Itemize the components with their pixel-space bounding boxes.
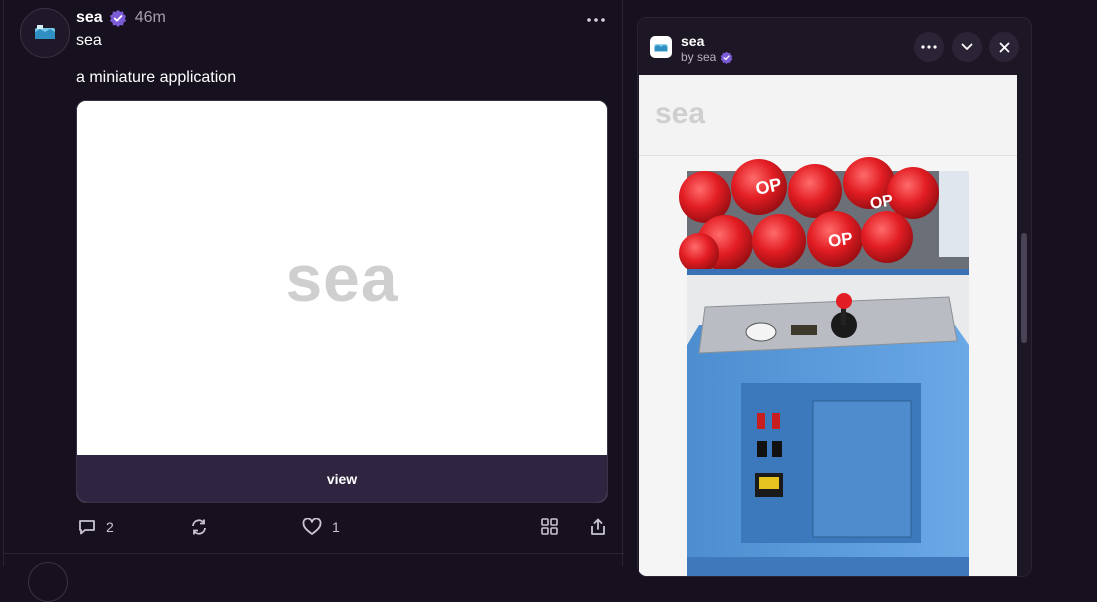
verified-icon <box>109 9 126 27</box>
post-header: sea 46m <box>76 8 166 28</box>
frame-logo: sea <box>285 241 399 315</box>
sea-app-icon <box>650 36 672 58</box>
author-avatar[interactable] <box>20 8 70 58</box>
reply-button[interactable]: 2 <box>78 518 114 536</box>
recast-icon <box>192 519 206 535</box>
post-actions: 2 1 <box>76 518 616 544</box>
post-divider <box>4 553 624 554</box>
panel-more-button[interactable] <box>914 32 944 62</box>
reply-count: 2 <box>106 519 114 535</box>
mini-app-panel: sea by sea sea OP OP OP <box>637 17 1032 577</box>
author-name[interactable]: sea <box>76 9 103 27</box>
like-button[interactable]: 1 <box>302 518 340 536</box>
mini-app-content: OP OP OP <box>639 157 1017 577</box>
frame-grid-button[interactable] <box>541 518 558 535</box>
feed-column: sea 46m sea a miniature application sea … <box>3 0 624 602</box>
mini-app-viewport[interactable]: sea OP OP OP <box>639 75 1017 577</box>
panel-scrollbar[interactable] <box>1018 75 1031 576</box>
svg-text:OP: OP <box>827 229 854 251</box>
claw-machine-image[interactable]: OP OP OP <box>639 157 1017 577</box>
frame-card[interactable]: sea view <box>76 100 608 503</box>
panel-title: sea <box>681 33 705 49</box>
recast-button[interactable] <box>190 518 208 536</box>
grid-icon <box>541 518 558 535</box>
chevron-down-icon <box>961 43 973 50</box>
panel-scrollbar-thumb[interactable] <box>1021 233 1027 343</box>
like-icon <box>302 518 322 535</box>
next-post-avatar[interactable] <box>28 562 68 602</box>
frame-image[interactable]: sea <box>77 101 607 455</box>
share-button[interactable] <box>590 518 606 536</box>
verified-icon <box>721 51 733 64</box>
mini-app-header: sea <box>639 75 1017 156</box>
reply-icon <box>79 520 95 535</box>
panel-header: sea by sea <box>638 18 1031 75</box>
post-text: a miniature application <box>76 69 237 86</box>
mini-app-logo: sea <box>655 97 706 130</box>
panel-close-button[interactable] <box>989 32 1019 62</box>
post-title: sea <box>76 32 102 49</box>
panel-byline: by sea <box>681 50 733 64</box>
more-icon <box>587 18 605 22</box>
share-icon <box>591 518 605 535</box>
panel-collapse-button[interactable] <box>952 32 982 62</box>
close-icon <box>999 42 1009 52</box>
view-button[interactable]: view <box>77 455 607 502</box>
post-more-button[interactable] <box>584 10 608 30</box>
like-count: 1 <box>332 519 340 535</box>
panel-byline-text[interactable]: by sea <box>681 50 716 64</box>
sea-avatar-icon <box>35 25 55 39</box>
more-icon <box>921 45 937 49</box>
post-time: 46m <box>134 9 166 26</box>
